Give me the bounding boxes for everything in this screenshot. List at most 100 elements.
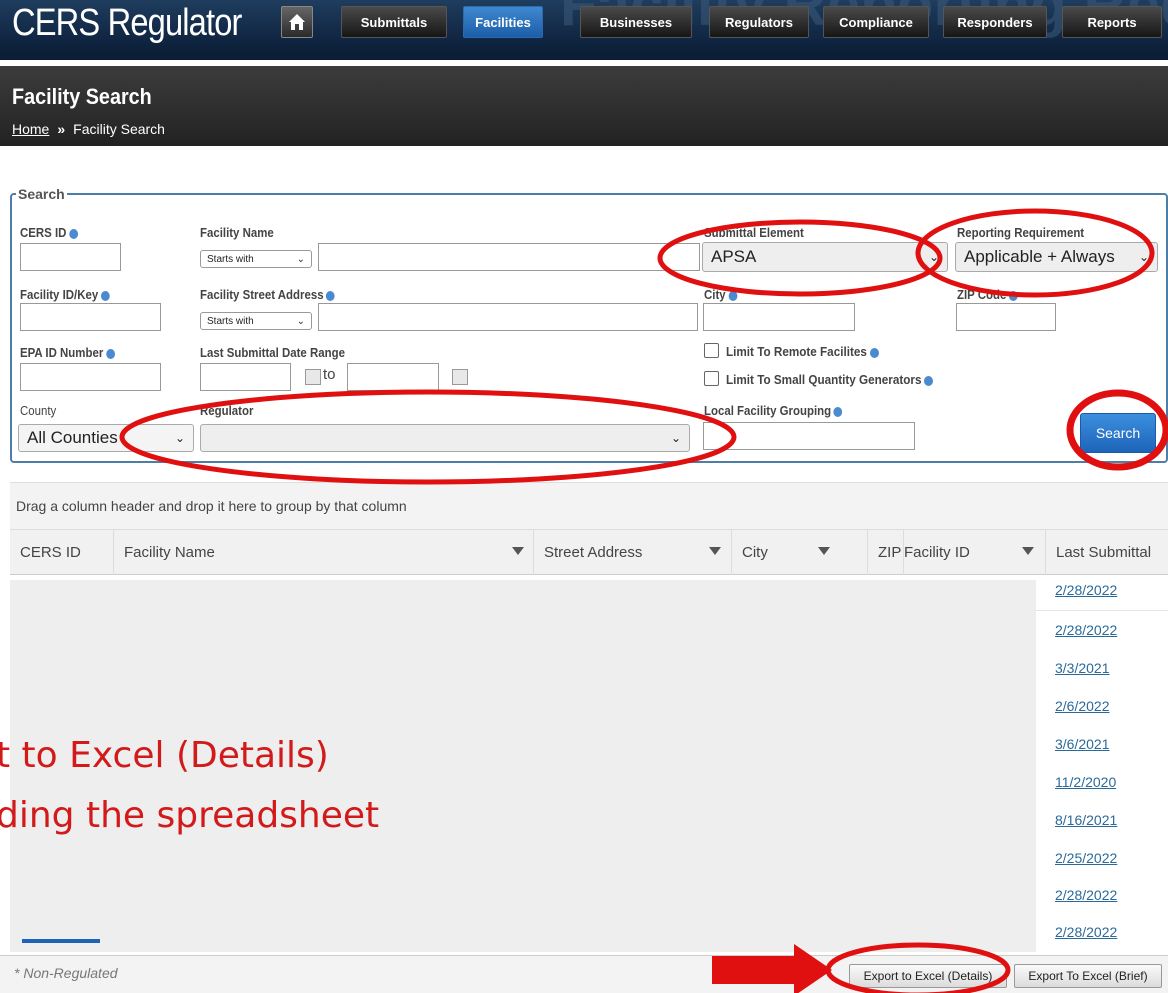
last-submittal-link[interactable]: 2/28/2022 — [1055, 582, 1117, 598]
search-legend: Search — [16, 186, 67, 202]
info-icon[interactable] — [100, 290, 110, 301]
facility-name-label: Facility Name — [200, 225, 274, 240]
last-submittal-link[interactable]: 2/28/2022 — [1055, 622, 1117, 638]
chevron-down-icon: ⌄ — [296, 253, 305, 265]
facility-name-mode-select[interactable]: Starts with ⌄ — [200, 250, 312, 268]
cers-id-label: CERS ID — [20, 225, 78, 240]
date-to-label: to — [323, 366, 336, 383]
column-facility-name[interactable]: Facility Name — [114, 530, 534, 575]
app-title: CERS Regulator — [12, 2, 242, 44]
regulator-label: Regulator — [200, 403, 254, 418]
search-button[interactable]: Search — [1080, 413, 1156, 453]
export-excel-brief-button[interactable]: Export To Excel (Brief) — [1014, 964, 1162, 988]
zip-code-label: ZIP Code — [957, 287, 1018, 302]
breadcrumb-current: Facility Search — [73, 121, 165, 137]
county-label: County — [20, 403, 57, 418]
last-submittal-link[interactable]: 2/28/2022 — [1055, 924, 1117, 940]
chevron-down-icon: ⌄ — [670, 431, 681, 445]
filter-icon[interactable] — [512, 547, 524, 555]
facility-name-input[interactable] — [318, 243, 700, 271]
nav-compliance[interactable]: Compliance — [823, 6, 929, 38]
epa-id-label: EPA ID Number — [20, 345, 115, 360]
info-icon[interactable] — [69, 228, 78, 239]
last-submittal-link[interactable]: 2/28/2022 — [1055, 887, 1117, 903]
reporting-requirement-label: Reporting Requirement — [957, 225, 1085, 240]
local-grouping-label: Local Facility Grouping — [704, 403, 843, 418]
last-submittal-link[interactable]: 2/6/2022 — [1055, 698, 1110, 714]
submittal-element-select[interactable]: APSA ⌄ — [702, 242, 948, 272]
home-icon — [289, 14, 305, 30]
local-grouping-input[interactable] — [703, 422, 915, 450]
info-icon[interactable] — [924, 375, 934, 386]
nav-facilities[interactable]: Facilities — [463, 6, 543, 38]
facility-id-input[interactable] — [20, 303, 161, 331]
last-submittal-link[interactable]: 2/25/2022 — [1055, 850, 1117, 866]
street-address-mode-select[interactable]: Starts with ⌄ — [200, 312, 312, 330]
breadcrumb-home-link[interactable]: Home — [12, 121, 49, 137]
info-icon[interactable] — [326, 290, 335, 301]
chevron-down-icon: ⌄ — [174, 431, 185, 445]
nav-businesses[interactable]: Businesses — [580, 6, 692, 38]
top-navigation-bar: Facility Reporting Requirements CERS Reg… — [0, 0, 1168, 60]
last-submittal-link[interactable]: 11/2/2020 — [1055, 774, 1116, 790]
annotation-line-1: t to Excel (Details) — [0, 735, 329, 776]
filter-icon[interactable] — [1022, 547, 1034, 555]
nav-regulators[interactable]: Regulators — [709, 6, 809, 38]
nav-submittals[interactable]: Submittals — [341, 6, 447, 38]
last-submittal-link[interactable]: 3/3/2021 — [1055, 660, 1110, 676]
facility-id-label: Facility ID/Key — [20, 287, 110, 302]
sqg-checkbox[interactable] — [704, 371, 719, 386]
column-city[interactable]: City — [732, 530, 868, 575]
home-button[interactable] — [281, 6, 313, 38]
nav-responders[interactable]: Responders — [943, 6, 1047, 38]
date-range-label: Last Submittal Date Range — [200, 345, 345, 360]
submittal-element-label: Submittal Element — [704, 225, 804, 240]
export-excel-details-button[interactable]: Export to Excel (Details) — [849, 964, 1007, 988]
column-facility-id[interactable]: Facility ID — [894, 530, 1046, 575]
row-divider — [1036, 610, 1168, 611]
county-select[interactable]: All Counties ⌄ — [18, 424, 194, 452]
chevron-down-icon: ⌄ — [296, 315, 305, 327]
column-street-address[interactable]: Street Address — [534, 530, 732, 575]
street-address-input[interactable] — [318, 303, 698, 331]
sqg-label: Limit To Small Quantity Generators — [726, 372, 934, 387]
date-from-input[interactable] — [200, 363, 291, 391]
group-by-panel[interactable]: Drag a column header and drop it here to… — [10, 482, 1168, 530]
last-submittal-link[interactable]: 8/16/2021 — [1055, 812, 1117, 828]
page-header: Facility Search Home » Facility Search — [0, 66, 1168, 146]
grid-footer: * Non-Regulated Export to Excel (Details… — [0, 955, 1168, 993]
calendar-icon[interactable] — [452, 369, 468, 385]
regulator-select[interactable]: ⌄ — [200, 424, 690, 452]
epa-id-input[interactable] — [20, 363, 161, 391]
calendar-icon[interactable] — [305, 369, 321, 385]
city-input[interactable] — [703, 303, 855, 331]
zip-code-input[interactable] — [956, 303, 1056, 331]
filter-icon[interactable] — [709, 547, 721, 555]
last-submittal-link[interactable]: 3/6/2021 — [1055, 736, 1110, 752]
breadcrumb-separator: » — [57, 121, 66, 137]
nav-reports[interactable]: Reports — [1062, 6, 1162, 38]
street-address-label: Facility Street Address — [200, 287, 335, 302]
cers-id-input[interactable] — [20, 243, 121, 271]
non-regulated-note: * Non-Regulated — [14, 965, 118, 981]
remote-facilities-checkbox[interactable] — [704, 343, 719, 358]
chevron-down-icon: ⌄ — [1138, 250, 1149, 264]
info-icon[interactable] — [833, 406, 843, 417]
reporting-requirement-select[interactable]: Applicable + Always ⌄ — [955, 242, 1158, 272]
info-icon[interactable] — [728, 290, 738, 301]
chevron-down-icon: ⌄ — [928, 250, 939, 264]
date-to-input[interactable] — [347, 363, 439, 391]
breadcrumb: Home » Facility Search — [12, 121, 165, 137]
column-last-submittal[interactable]: Last Submittal — [1046, 530, 1168, 575]
info-icon[interactable] — [869, 347, 879, 358]
info-icon[interactable] — [105, 348, 115, 359]
page-title: Facility Search — [12, 84, 152, 109]
annotation-line-2: ding the spreadsheet — [0, 795, 380, 836]
redacted-marker — [22, 939, 100, 943]
filter-icon[interactable] — [818, 547, 830, 555]
annotation-caption: t to Excel (Details) ding the spreadshee… — [0, 735, 700, 855]
city-label: City — [704, 287, 738, 302]
column-cers-id[interactable]: CERS ID — [10, 530, 114, 575]
info-icon[interactable] — [1009, 290, 1018, 301]
remote-facilities-label: Limit To Remote Facilites — [726, 344, 879, 359]
